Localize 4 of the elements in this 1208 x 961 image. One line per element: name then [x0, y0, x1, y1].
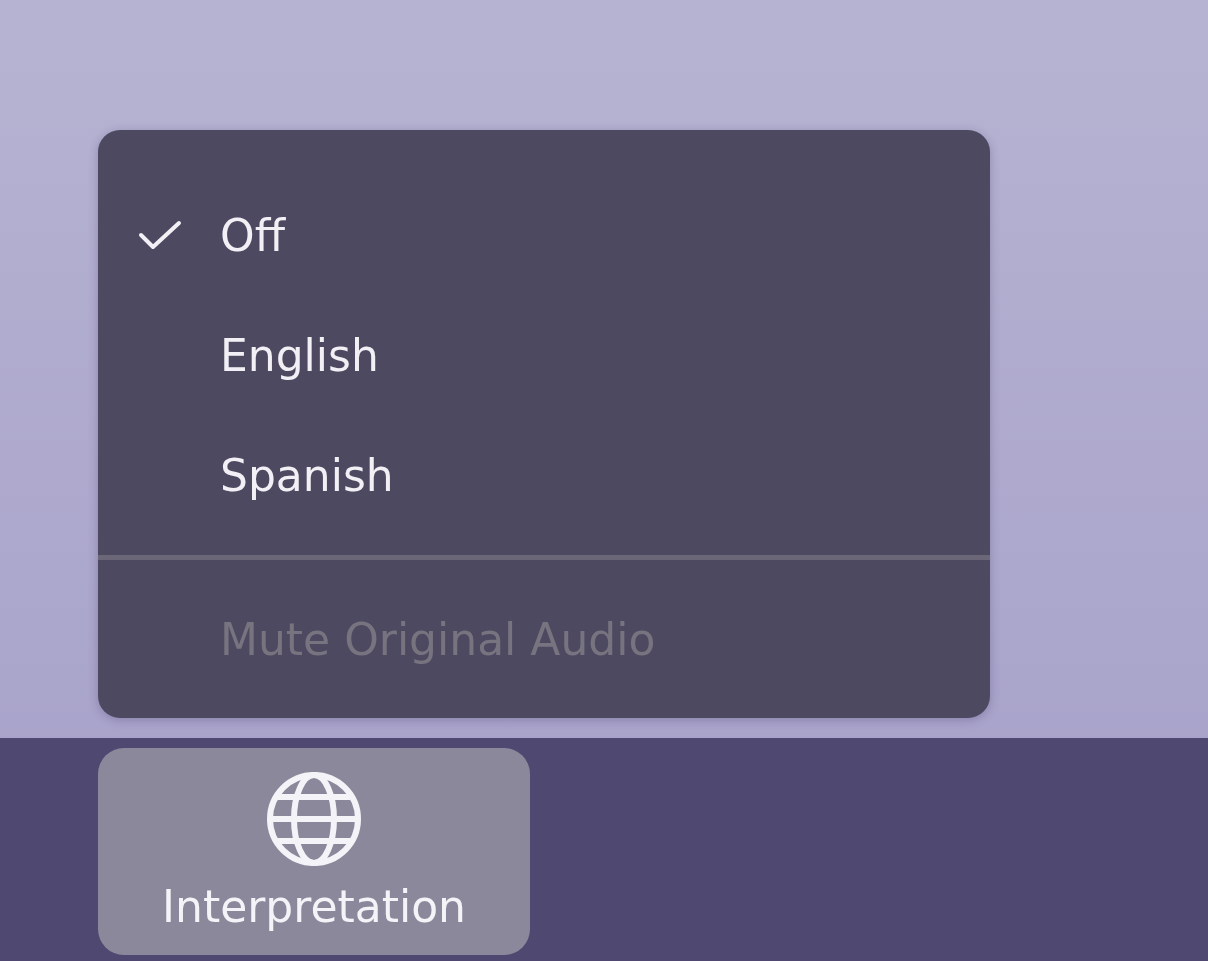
menu-item[interactable]: Off — [98, 175, 990, 295]
menu-item[interactable]: English — [98, 295, 990, 415]
globe-icon — [266, 771, 362, 867]
menu-item[interactable]: Spanish — [98, 415, 990, 535]
